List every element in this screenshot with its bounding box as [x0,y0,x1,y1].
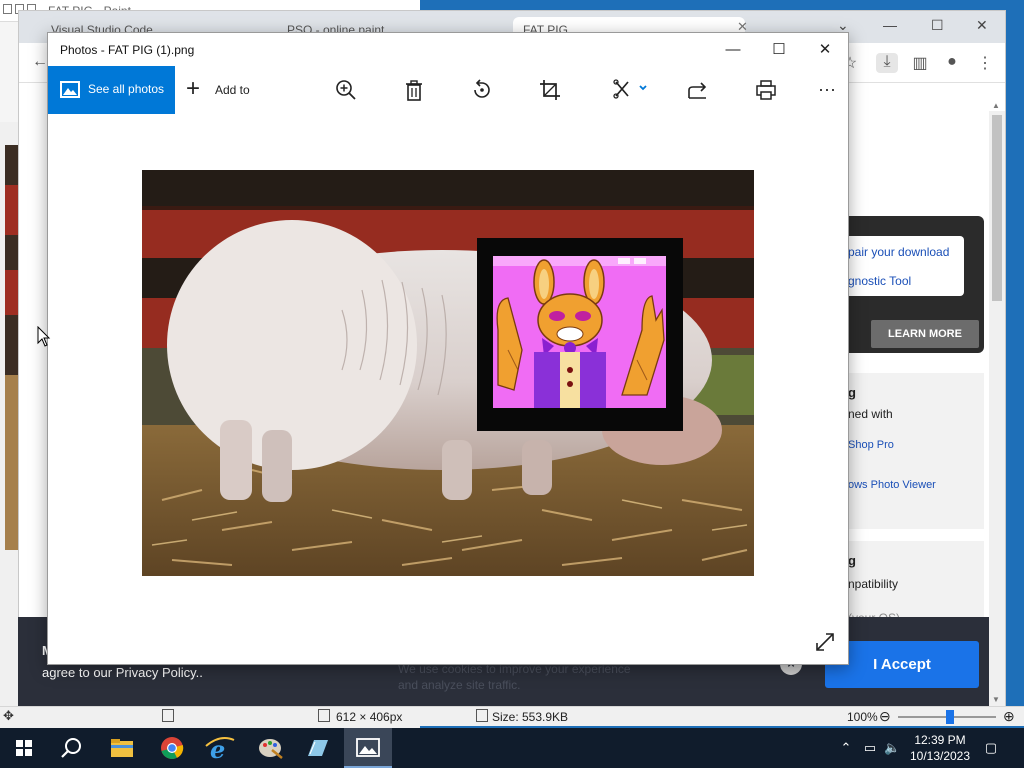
edit-create-icon[interactable] [610,78,654,102]
photos-app-icon[interactable] [344,728,392,768]
volume-muted-icon[interactable]: 🔈 [884,740,900,756]
zoom-out-icon[interactable]: ⊖ [879,708,891,725]
zoom-slider-thumb[interactable] [946,710,954,724]
search-icon[interactable] [48,728,96,768]
mouse-cursor-icon [37,325,51,348]
chevron-up-icon[interactable]: ⌃ [838,740,854,756]
scrollbar-thumb[interactable] [992,115,1002,301]
learn-more-button[interactable]: LEARN MORE [871,320,979,348]
ad-card: pair your download gnostic Tool LEARN MO… [830,216,984,353]
add-to-button[interactable]: + Add to [186,66,258,114]
paint-ribbon [0,22,18,122]
maximize-icon[interactable]: ☐ [931,17,944,34]
compat-info-card: g npatibility (your OS) [830,541,984,625]
add-to-label: Add to [215,83,250,97]
displayed-photo[interactable] [142,170,754,576]
plus-icon: + [186,75,201,102]
menu-kebab-icon[interactable]: ⋮ [974,53,996,73]
info-heading: g [848,385,856,400]
print-icon[interactable] [754,78,780,102]
file-size: Size: 553.9KB [492,710,569,724]
start-windows-icon[interactable] [0,728,48,768]
download-icon[interactable]: ⤓ [876,53,898,73]
info-text: npatibility [848,577,899,591]
dimensions-icon [318,709,330,722]
full-screen-icon[interactable] [814,631,836,653]
file-explorer-icon[interactable] [98,728,146,768]
more-options-icon[interactable]: ··· [814,78,840,102]
clock[interactable]: 12:39 PM 10/13/2023 [905,732,975,764]
close-icon[interactable]: ✕ [802,38,848,62]
see-all-photos-button[interactable]: See all photos [48,66,175,114]
ad-link[interactable]: pair your download [848,245,949,259]
see-all-photos-label: See all photos [88,82,165,96]
profile-icon[interactable]: ● [941,53,963,73]
zoom-level: 100% [847,710,878,724]
share-icon[interactable] [686,78,712,102]
app-link[interactable]: ows Photo Viewer [848,479,936,491]
zoom-icon[interactable] [334,78,360,102]
photos-toolbar: See all photos + Add to ··· [48,66,848,114]
image-dimensions: 612 × 406px [336,710,403,724]
notification-icon[interactable]: ▢ [983,740,999,756]
minimize-icon[interactable]: — [883,17,897,33]
photos-title: Photos - FAT PIG (1).png [60,43,195,57]
gallery-icon [60,81,80,98]
taskbar: e ⌃ ▭ 🔈 12:39 PM 10/13/2023 ▢ [0,728,1024,768]
pig-image [142,170,754,576]
notepad-icon[interactable] [294,728,342,768]
photos-window: Photos - FAT PIG (1).png — ☐ ✕ See all p… [47,32,849,665]
network-icon[interactable]: ▭ [862,740,878,756]
file-info-card: g ned with Shop Pro ows Photo Viewer [830,373,984,529]
app-link[interactable]: Shop Pro [848,439,894,451]
cookie-text: agree to our Privacy Policy.. [42,665,203,680]
delete-icon[interactable] [402,78,428,102]
paint-app-icon[interactable] [246,728,294,768]
rotate-icon[interactable] [470,78,496,102]
zoom-in-icon[interactable]: ⊕ [1003,708,1015,725]
paint-canvas [5,145,18,550]
info-text: ned with [848,407,893,421]
disk-icon [476,709,488,722]
ad-link[interactable]: gnostic Tool [848,274,911,288]
crop-icon[interactable] [538,78,564,102]
paint-statusbar: ✥ 612 × 406px Size: 553.9KB 100% ⊖ ⊕ [0,706,1024,726]
move-cursor-icon: ✥ [3,708,14,723]
page-scrollbar[interactable]: ▲ ▼ [989,101,1005,711]
selection-icon [162,709,174,722]
photos-titlebar: Photos - FAT PIG (1).png — ☐ ✕ [48,33,848,66]
close-icon[interactable]: ✕ [976,17,988,34]
ad-card-body: pair your download gnostic Tool [830,236,964,296]
cookie-ghost-text: We use cookies to improve your experienc… [398,662,631,692]
internet-explorer-icon[interactable]: e [196,728,244,768]
info-heading: g [848,553,856,568]
sidepanel-icon[interactable]: ▥ [909,53,931,73]
minimize-icon[interactable]: — [710,38,756,62]
chrome-icon[interactable] [148,728,196,768]
maximize-icon[interactable]: ☐ [756,38,802,62]
